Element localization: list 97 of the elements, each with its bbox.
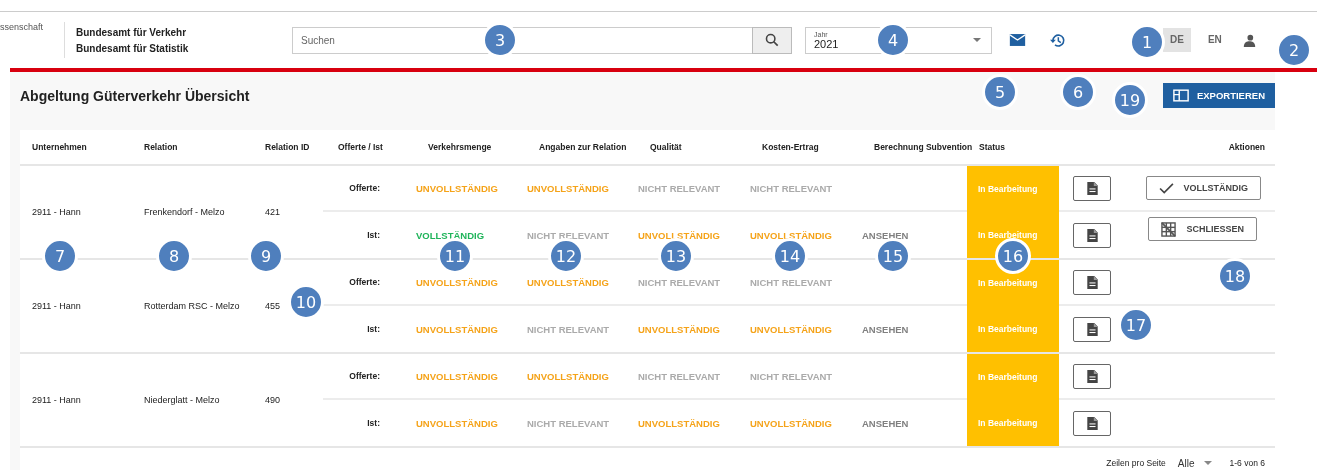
status-text: ANSEHEN (862, 417, 909, 429)
column-header: Aktionen (1228, 142, 1265, 152)
document-button[interactable] (1073, 410, 1111, 436)
column-header: Angaben zur Relation (539, 142, 627, 152)
status-text: UNVOLLSTÄNDIG (638, 229, 720, 241)
column-header: Relation (144, 142, 178, 152)
status-text: UNVOLLSTÄNDIG (638, 417, 720, 429)
caret-icon (1203, 461, 1212, 465)
status-text: UNVOLLSTÄNDIG (527, 370, 609, 382)
status-text: UNVOLLSTÄNDIG (750, 229, 832, 241)
document-icon (1086, 369, 1098, 383)
status-text: UNVOLLSTÄNDIG (416, 182, 498, 194)
status-text: NICHT RELEVANT (527, 229, 610, 241)
table-cell: Niederglatt - Melzo (144, 395, 220, 405)
language-tab[interactable]: DE (1163, 28, 1191, 52)
status-text: ANSEHEN (862, 229, 909, 241)
row-label: Offerte: (349, 183, 380, 193)
document-icon (1086, 322, 1098, 336)
status-text: ANSEHEN (862, 323, 909, 335)
status-text: NICHT RELEVANT (750, 276, 833, 288)
row-label: Ist: (367, 324, 380, 334)
callout-marker: 1 (1129, 24, 1165, 60)
document-icon (1086, 416, 1098, 430)
export-button[interactable]: EXPORTIEREN (1162, 83, 1275, 108)
document-button[interactable] (1073, 222, 1111, 248)
check-icon (1158, 182, 1174, 194)
column-header: Verkehrsmenge (428, 142, 492, 152)
logo-text: ssenschaft (0, 22, 45, 34)
table-cell: Rotterdam RSC - Melzo (144, 301, 240, 311)
status-cell: In Bearbeitung (967, 400, 1059, 446)
search-icon (765, 33, 779, 47)
document-button[interactable] (1073, 363, 1111, 389)
row-label: Offerte: (349, 371, 380, 381)
status-text: UNVOLLSTÄNDIG (527, 182, 609, 194)
status-text: UNVOLLSTÄNDIG (416, 417, 498, 429)
status-text: NICHT RELEVANT (527, 417, 610, 429)
column-header: Unternehmen (32, 142, 87, 152)
search-button[interactable] (752, 26, 792, 54)
column-header: Berechnung Subvention (874, 142, 973, 152)
document-button[interactable] (1073, 175, 1111, 201)
table-icon (1172, 89, 1189, 102)
organization-name: Bundesamt für Verkehr (76, 26, 188, 38)
status-text: NICHT RELEVANT (750, 370, 833, 382)
status-text: UNVOLLSTÄNDIG (750, 417, 832, 429)
callout-marker: 4 (875, 22, 911, 58)
table-cell: 455 (265, 301, 281, 311)
column-header: Qualität (650, 142, 682, 152)
status-text: UNVOLLSTÄNDIG (416, 276, 498, 288)
document-button[interactable] (1073, 269, 1111, 295)
document-icon (1086, 275, 1098, 289)
field-value: 2021 (814, 37, 839, 50)
status-text: UNVOLLSTÄNDIG (638, 323, 720, 335)
status-text: VOLLSTÄNDIG (416, 229, 485, 241)
column-header: Offerte / Ist (338, 142, 383, 152)
rows-per-page-label: Zeilen pro Seite (1106, 458, 1166, 468)
mail-icon[interactable] (1009, 33, 1026, 47)
caret-icon (973, 38, 981, 42)
status-text: NICHT RELEVANT (638, 276, 721, 288)
status-text: NICHT RELEVANT (638, 370, 721, 382)
status-cell: In Bearbeitung (967, 306, 1059, 352)
status-text: UNVOLLSTÄNDIG (527, 276, 609, 288)
page-title: Abgeltung Güterverkehr Übersicht (20, 87, 250, 104)
row-label: Ist: (367, 418, 380, 428)
status-text: NICHT RELEVANT (750, 182, 833, 194)
status-text: NICHT RELEVANT (527, 323, 610, 335)
crossed-grid-icon (1161, 221, 1177, 237)
table-cell: 2911 - Hann (32, 207, 81, 217)
select-value: Alle (1177, 457, 1195, 469)
status-text: UNVOLLSTÄNDIG (416, 370, 498, 382)
column-header: Status (979, 142, 1005, 152)
status-cell: In Bearbeitung (967, 166, 1059, 212)
row-label: Ist: (367, 230, 380, 240)
complete-button[interactable]: VOLLSTÄNDIG (1145, 176, 1261, 200)
status-text: NICHT RELEVANT (638, 182, 721, 194)
callout-marker: 3 (482, 22, 518, 58)
column-header: Relation ID (265, 142, 310, 152)
rows-per-page-select[interactable]: Alle (1175, 455, 1214, 470)
status-cell: In Bearbeitung (967, 354, 1059, 400)
close-button[interactable]: SCHLIESSEN (1148, 217, 1257, 241)
language-tab[interactable]: EN (1200, 28, 1229, 52)
table-cell: 2911 - Hann (32, 301, 81, 311)
person-icon[interactable] (1242, 33, 1256, 47)
document-icon (1086, 228, 1098, 242)
status-text: UNVOLLSTÄNDIG (416, 323, 498, 335)
callout-marker: 2 (1276, 32, 1312, 68)
status-text: UNVOLLSTÄNDIG (750, 323, 832, 335)
document-icon (1086, 181, 1098, 195)
history-icon[interactable] (1049, 32, 1066, 48)
column-header: Kosten-Ertrag (762, 142, 819, 152)
row-label: Offerte: (349, 277, 380, 287)
pagination-range: 1-6 von 6 (1229, 458, 1265, 468)
table-cell: 490 (265, 395, 281, 405)
table-cell: 2911 - Hann (32, 395, 81, 405)
organization-name: Bundesamt für Statistik (76, 42, 190, 54)
table-cell: 421 (265, 207, 281, 217)
table-cell: Frenkendorf - Melzo (144, 207, 225, 217)
document-button[interactable] (1073, 316, 1111, 342)
